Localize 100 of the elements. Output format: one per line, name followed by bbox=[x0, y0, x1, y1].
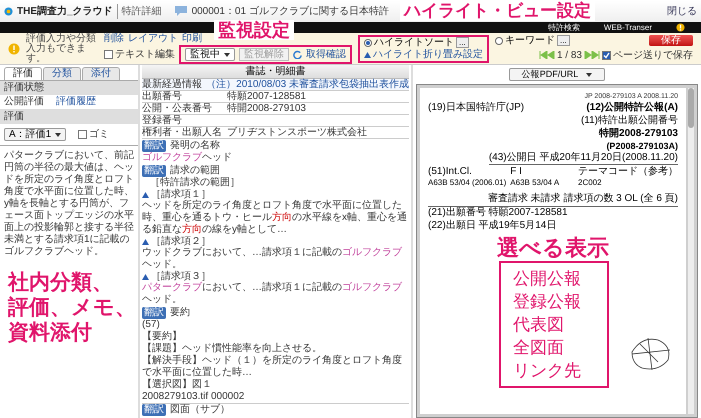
document-field: (21)出願番号 特願2007-128581 bbox=[428, 206, 678, 219]
document-field: F I bbox=[510, 166, 574, 177]
checkbox-label: ページ送りで保存 bbox=[613, 48, 693, 62]
scrollbar[interactable] bbox=[688, 88, 694, 414]
radio-label: キーワード bbox=[505, 34, 555, 46]
document-kind: (12)公開特許公報(A) bbox=[586, 102, 678, 114]
fold-setting-link[interactable]: ハイライト折り畳み設定 bbox=[373, 48, 483, 60]
caret-icon bbox=[586, 72, 592, 76]
claim-text: パタークラブにおいて、…請求項１に記載のゴルフクラブ ヘッド。 bbox=[142, 282, 403, 306]
checkbox[interactable] bbox=[104, 50, 113, 59]
section-heading: 発明の名称 bbox=[170, 140, 220, 152]
radio-label: ハイライトソート bbox=[374, 36, 454, 48]
tab[interactable]: 分類 bbox=[43, 67, 81, 80]
status-link[interactable]: （注）2010/08/03 未審査請求包袋抽出表作成 bbox=[206, 79, 409, 90]
checkbox[interactable] bbox=[602, 50, 611, 60]
caret-icon bbox=[55, 132, 62, 136]
document-field: (22)出願日 平成19年5月14日 bbox=[428, 220, 678, 232]
field-label: 最新経過情報 bbox=[142, 79, 203, 90]
field-label: 公開・公表番号 bbox=[142, 103, 213, 114]
translate-button[interactable]: 翻訳 bbox=[142, 404, 166, 416]
info-icon bbox=[8, 42, 20, 54]
options-button[interactable]: ... bbox=[456, 37, 469, 48]
field-value: 特開2008-279103 bbox=[227, 103, 306, 114]
invention-title: ゴルフクラブヘッド bbox=[142, 152, 233, 164]
abstract-line: 【要約】 bbox=[142, 331, 183, 342]
translate-button[interactable]: 翻訳 bbox=[142, 306, 166, 318]
claim-text: ウッドクラブにおいて、…請求項１に記載のゴルフクラブ ヘッド。 bbox=[142, 247, 403, 270]
toolbar-link[interactable]: レイアウト bbox=[128, 33, 178, 44]
radio-button[interactable] bbox=[495, 36, 503, 44]
checkbox-label: ゴミ bbox=[89, 128, 110, 142]
claim-label: ［請求項２］ bbox=[151, 236, 211, 247]
toolbar-link[interactable]: 削除 bbox=[104, 33, 124, 44]
tab[interactable]: 添付 bbox=[82, 67, 120, 80]
watch-select[interactable]: 監視中 bbox=[185, 48, 235, 61]
fetch-check-link[interactable]: 取得確認 bbox=[306, 49, 346, 60]
section-heading: 請求の範囲 bbox=[170, 164, 220, 176]
document-value: A63B 53/04 A bbox=[510, 177, 560, 188]
field-label: 権利者・出願人名 bbox=[142, 127, 223, 138]
checkbox-label: テキスト編集 bbox=[115, 48, 175, 62]
field-value: 特願2007-128581 bbox=[227, 91, 306, 102]
info-message: 評価入力や分類入力もできます。 bbox=[26, 34, 97, 64]
abstract-line: (57) bbox=[142, 319, 161, 330]
claim-label: ［請求項１］ bbox=[151, 189, 211, 200]
rating-select[interactable]: A：評価1 bbox=[4, 128, 66, 141]
translate-button[interactable]: 翻訳 bbox=[142, 140, 166, 152]
history-link[interactable]: 評価履歴 bbox=[56, 95, 96, 109]
caret-icon bbox=[224, 52, 230, 56]
view-option: 全図面 bbox=[513, 336, 595, 359]
callout-text: ハイライト・ビュー設定 bbox=[400, 1, 595, 21]
nav-link[interactable]: WEB-Transer bbox=[604, 22, 652, 32]
radio-button[interactable] bbox=[364, 38, 372, 46]
panel-title: 書誌・明細書 bbox=[142, 65, 409, 79]
view-option: 登録公報 bbox=[513, 290, 595, 313]
logo-icon bbox=[4, 6, 13, 16]
field-label: 公開評価 bbox=[4, 95, 44, 109]
document-field: テーマコード（参考） bbox=[578, 166, 678, 177]
page-counter: 1 / 83 bbox=[556, 50, 582, 60]
refresh-icon bbox=[293, 50, 302, 59]
toolbar-link[interactable]: 印刷 bbox=[182, 33, 202, 44]
nav-link[interactable]: 特許検索 bbox=[548, 22, 580, 32]
claim-label: ［請求項３］ bbox=[151, 271, 211, 282]
collapse-icon[interactable] bbox=[364, 52, 371, 58]
abstract-line: 【選択図】図１ bbox=[142, 379, 213, 391]
document-title: 000001：01 ゴルフクラブに関する日本特許 bbox=[192, 4, 389, 18]
callout-text: 資料添付 bbox=[8, 320, 93, 345]
translate-button[interactable]: 翻訳 bbox=[142, 164, 166, 176]
abstract-line: 【解決手段】ヘッド（１）を所定のライ角度とロフト角度で水平面に位置した時… bbox=[142, 355, 403, 378]
claim-text: ヘッドを所定のライ角度とロフト角度で水平面に位置した時、重心を通るトウ・ヒール方向の水平線をx軸、重心を通る鉛直な方向の線をy軸として… bbox=[142, 200, 408, 236]
save-button[interactable]: 保存 bbox=[649, 35, 693, 46]
memo-text: パタークラブにおいて、前記円筒の半径の最大値は、ヘッドを所定のライ角度とロフト角度で水平面に位置した時、y軸を長軸とする円筒が、フェース面トップエッジの水平面上の投影輪郭と接する半径未満とする請求項1に記載のゴルフクラブヘッド。 bbox=[3, 148, 135, 258]
collapse-icon[interactable] bbox=[142, 238, 149, 244]
callout-text: 社内分類、 bbox=[8, 270, 114, 295]
checkbox[interactable] bbox=[78, 130, 88, 139]
view-select[interactable]: 公報PDF/URL bbox=[508, 68, 606, 81]
document-value: 2C002 bbox=[578, 177, 603, 188]
section-heading: 評価状態 bbox=[0, 81, 138, 95]
abstract-line: 【課題】ヘッド慣性能率を向上させる。 bbox=[142, 343, 323, 354]
page-title: 特許詳細 bbox=[116, 4, 162, 18]
collapse-icon[interactable] bbox=[142, 274, 149, 280]
view-option: リンク先 bbox=[513, 359, 595, 382]
document-field: (51)Int.Cl. bbox=[428, 166, 506, 177]
section-heading: 要約 bbox=[170, 306, 190, 318]
logo: THE調査力_クラウド bbox=[17, 4, 113, 18]
close-link[interactable]: 閉じる bbox=[667, 4, 697, 18]
alert-icon bbox=[676, 23, 685, 32]
callout-text: 監視設定 bbox=[214, 20, 294, 40]
document-number: (P2008-279103A) bbox=[606, 141, 678, 151]
document-date: (43)公開日 平成20年11月20日(2008.11.20) bbox=[488, 152, 678, 165]
claims-intro: ［特許請求の範囲］ bbox=[149, 177, 241, 188]
tab[interactable]: 評価 bbox=[4, 67, 42, 80]
section-heading: 評価 bbox=[0, 110, 138, 124]
document-field: 審査請求 未請求 請求項の数 3 OL (全 6 頁) bbox=[488, 193, 678, 205]
document-value: A63B 53/04 (2006.01) bbox=[428, 177, 506, 188]
field-label: 登録番号 bbox=[142, 115, 183, 126]
callout-text: 選べる表示 bbox=[497, 235, 609, 261]
view-option: 代表図 bbox=[513, 313, 595, 336]
section-heading: 図面（サブ） bbox=[170, 404, 230, 416]
view-option: 公開公報 bbox=[513, 267, 595, 290]
options-button[interactable]: ... bbox=[557, 35, 570, 46]
collapse-icon[interactable] bbox=[142, 192, 149, 198]
